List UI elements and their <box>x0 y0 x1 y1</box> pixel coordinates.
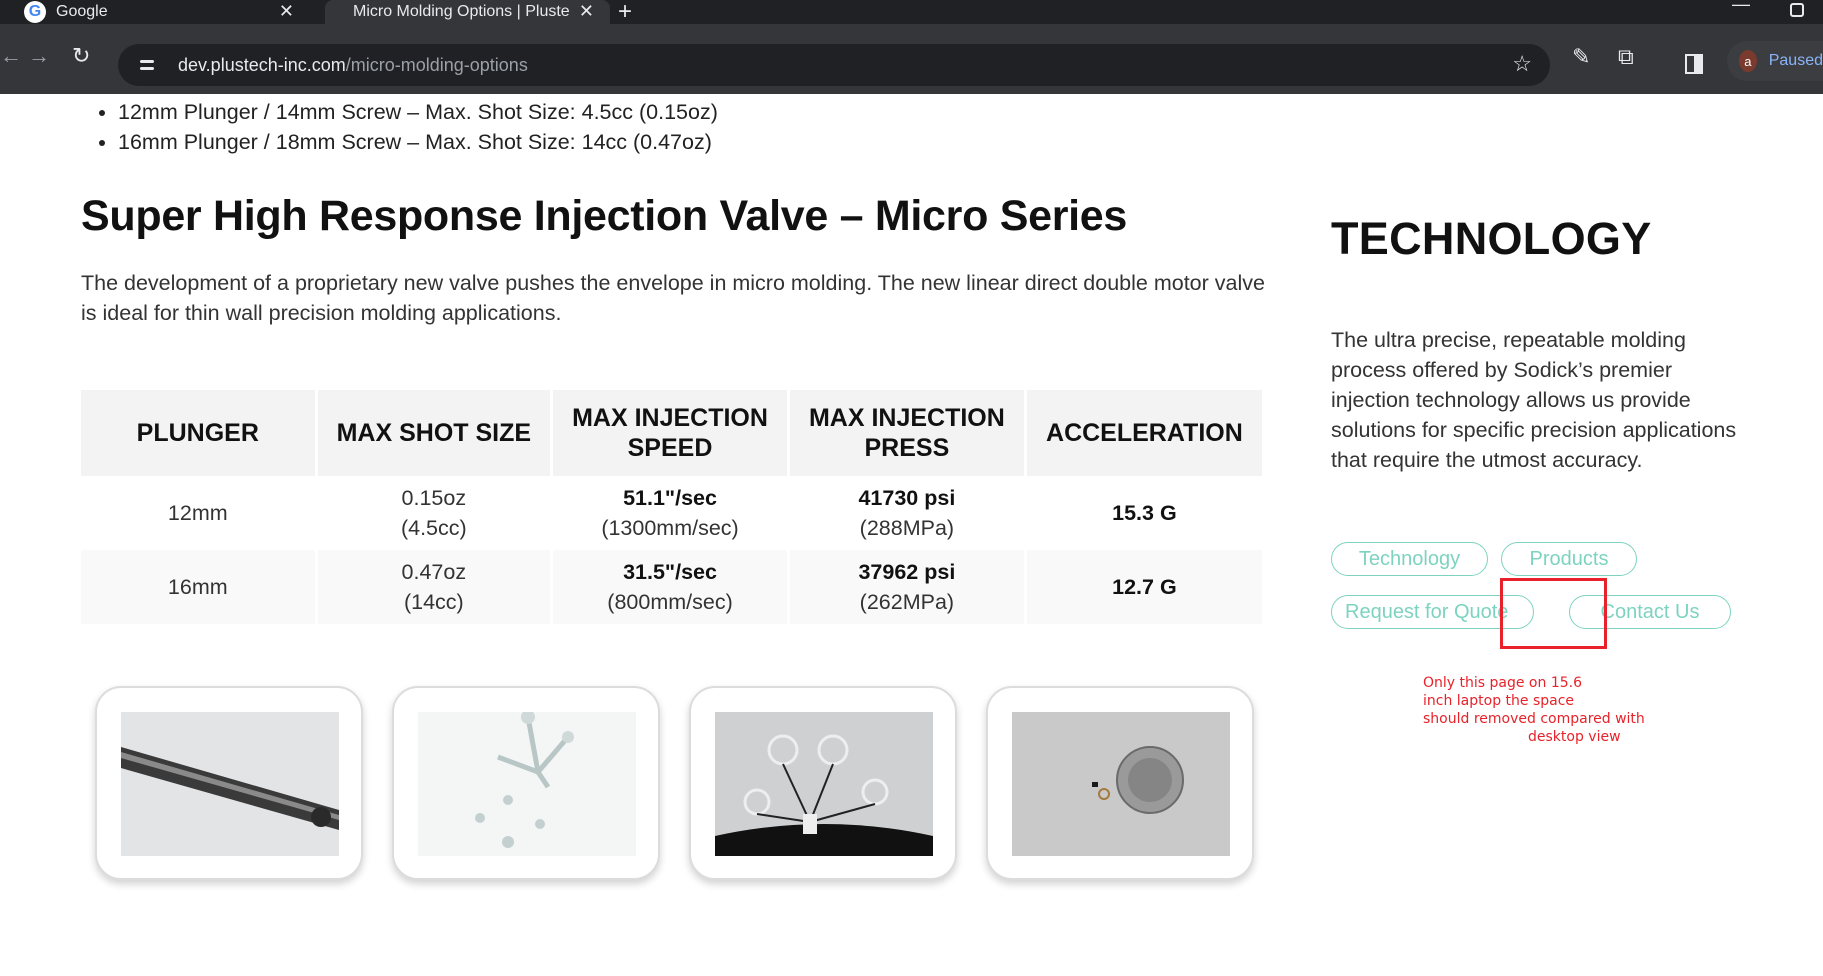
sidebar-heading: TECHNOLOGY <box>1331 213 1652 264</box>
avatar: a <box>1739 50 1757 72</box>
column-header: MAX INJECTION PRESS <box>789 390 1024 476</box>
cell-plunger: 12mm <box>81 476 315 550</box>
cell-acceleration: 15.3 G <box>1026 476 1262 550</box>
cell-shot-size: 0.47oz (14cc) <box>317 550 551 624</box>
screw-image <box>121 712 339 856</box>
new-tab-button[interactable]: + <box>618 0 632 26</box>
reload-icon[interactable]: ↻ <box>72 43 90 69</box>
url-path: /micro-molding-options <box>345 54 528 75</box>
column-header: MAX INJECTION SPEED <box>553 390 787 476</box>
shot-size-list: 12mm Plunger / 14mm Screw – Max. Shot Si… <box>96 97 718 157</box>
back-icon[interactable]: ← <box>0 43 22 69</box>
technology-link[interactable]: Technology <box>1331 542 1488 576</box>
table-header-row: PLUNGER MAX SHOT SIZE MAX INJECTION SPEE… <box>81 390 1262 476</box>
annotation-highlight-box <box>1500 578 1607 649</box>
site-info-icon[interactable] <box>138 56 156 74</box>
tab-bar: G Google ✕ Micro Molding Options | Plust… <box>0 0 1823 26</box>
list-item: 12mm Plunger / 14mm Screw – Max. Shot Si… <box>118 97 718 127</box>
tab-title: Google <box>56 3 108 20</box>
close-tab-icon[interactable]: ✕ <box>579 1 594 22</box>
press-mpa: (262MPa) <box>859 590 955 614</box>
cell-speed: 51.1"/sec (1300mm/sec) <box>553 476 787 550</box>
url-domain: dev.plustech-inc.com <box>178 54 346 75</box>
column-header: ACCELERATION <box>1026 390 1262 476</box>
profile-status: Paused <box>1768 52 1823 69</box>
table-row: 16mm 0.47oz (14cc) 31.5"/sec (800mm/sec) 3… <box>81 550 1262 624</box>
minimize-icon[interactable]: — <box>1732 0 1750 15</box>
micro-gear-image <box>715 712 933 856</box>
products-link[interactable]: Products <box>1501 542 1637 576</box>
shot-cc: (4.5cc) <box>400 516 467 540</box>
molded-parts-image <box>418 712 636 856</box>
restore-icon[interactable] <box>1790 3 1804 17</box>
speed-in: 51.1"/sec <box>623 486 717 510</box>
section-heading: Super High Response Injection Valve – Mi… <box>81 192 1128 240</box>
spec-table: PLUNGER MAX SHOT SIZE MAX INJECTION SPEE… <box>78 390 1265 624</box>
speed-in: 31.5"/sec <box>623 560 717 584</box>
cell-plunger: 16mm <box>81 550 315 624</box>
press-mpa: (288MPa) <box>859 516 955 540</box>
cell-speed: 31.5"/sec (800mm/sec) <box>553 550 787 624</box>
tab-micro-molding[interactable]: Micro Molding Options | Pluste ✕ <box>325 0 610 24</box>
side-panel-icon[interactable] <box>1685 54 1703 74</box>
cell-acceleration: 12.7 G <box>1026 550 1262 624</box>
list-item: 16mm Plunger / 18mm Screw – Max. Shot Si… <box>118 127 718 157</box>
annotation-line: should removed compared with <box>1423 711 1645 727</box>
cell-press: 41730 psi (288MPa) <box>789 476 1024 550</box>
annotation-line: inch laptop the space <box>1423 693 1575 709</box>
bookmark-star-icon[interactable]: ☆ <box>1512 51 1532 77</box>
gallery-card[interactable] <box>95 686 363 880</box>
table-row: 12mm 0.15oz (4.5cc) 51.1"/sec (1300mm/sec)… <box>81 476 1262 550</box>
url-text[interactable]: dev.plustech-inc.com/micro-molding-optio… <box>178 55 528 76</box>
address-bar[interactable]: dev.plustech-inc.com/micro-molding-optio… <box>118 44 1550 86</box>
browser-toolbar: ← → ↻ dev.plustech-inc.com/micro-molding… <box>0 24 1823 94</box>
close-tab-icon[interactable]: ✕ <box>279 1 294 22</box>
press-psi: 41730 psi <box>858 486 956 510</box>
gallery-card[interactable] <box>689 686 957 880</box>
shot-oz: 0.15oz <box>401 486 467 510</box>
cell-shot-size: 0.15oz (4.5cc) <box>317 476 551 550</box>
annotation-line: desktop view <box>1528 729 1621 745</box>
speed-mm: (800mm/sec) <box>607 590 733 614</box>
speed-mm: (1300mm/sec) <box>601 516 739 540</box>
shot-oz: 0.47oz <box>401 560 467 584</box>
eyedropper-icon[interactable]: ✎ <box>1572 44 1590 70</box>
press-psi: 37962 psi <box>858 560 956 584</box>
tab-title: Micro Molding Options | Pluste <box>353 3 570 20</box>
forward-icon[interactable]: → <box>28 43 50 69</box>
column-header: PLUNGER <box>81 390 315 476</box>
column-header: MAX SHOT SIZE <box>317 390 551 476</box>
gallery-card[interactable] <box>392 686 660 880</box>
annotation-note: Only this page on 15.6 inch laptop the s… <box>1423 674 1645 746</box>
section-intro: The development of a proprietary new val… <box>81 271 1265 325</box>
annotation-line: Only this page on 15.6 <box>1423 675 1582 691</box>
google-icon: G <box>24 1 46 23</box>
tab-google[interactable]: G Google ✕ <box>0 0 310 24</box>
dime-scale-image <box>1012 712 1230 856</box>
profile-button[interactable]: a Paused <box>1727 41 1823 81</box>
cell-press: 37962 psi (262MPa) <box>789 550 1024 624</box>
sidebar-text: The ultra precise, repeatable molding pr… <box>1331 328 1737 472</box>
gallery-card[interactable] <box>986 686 1254 880</box>
shot-cc: (14cc) <box>403 590 464 614</box>
extensions-icon[interactable]: ⧉ <box>1618 44 1634 70</box>
